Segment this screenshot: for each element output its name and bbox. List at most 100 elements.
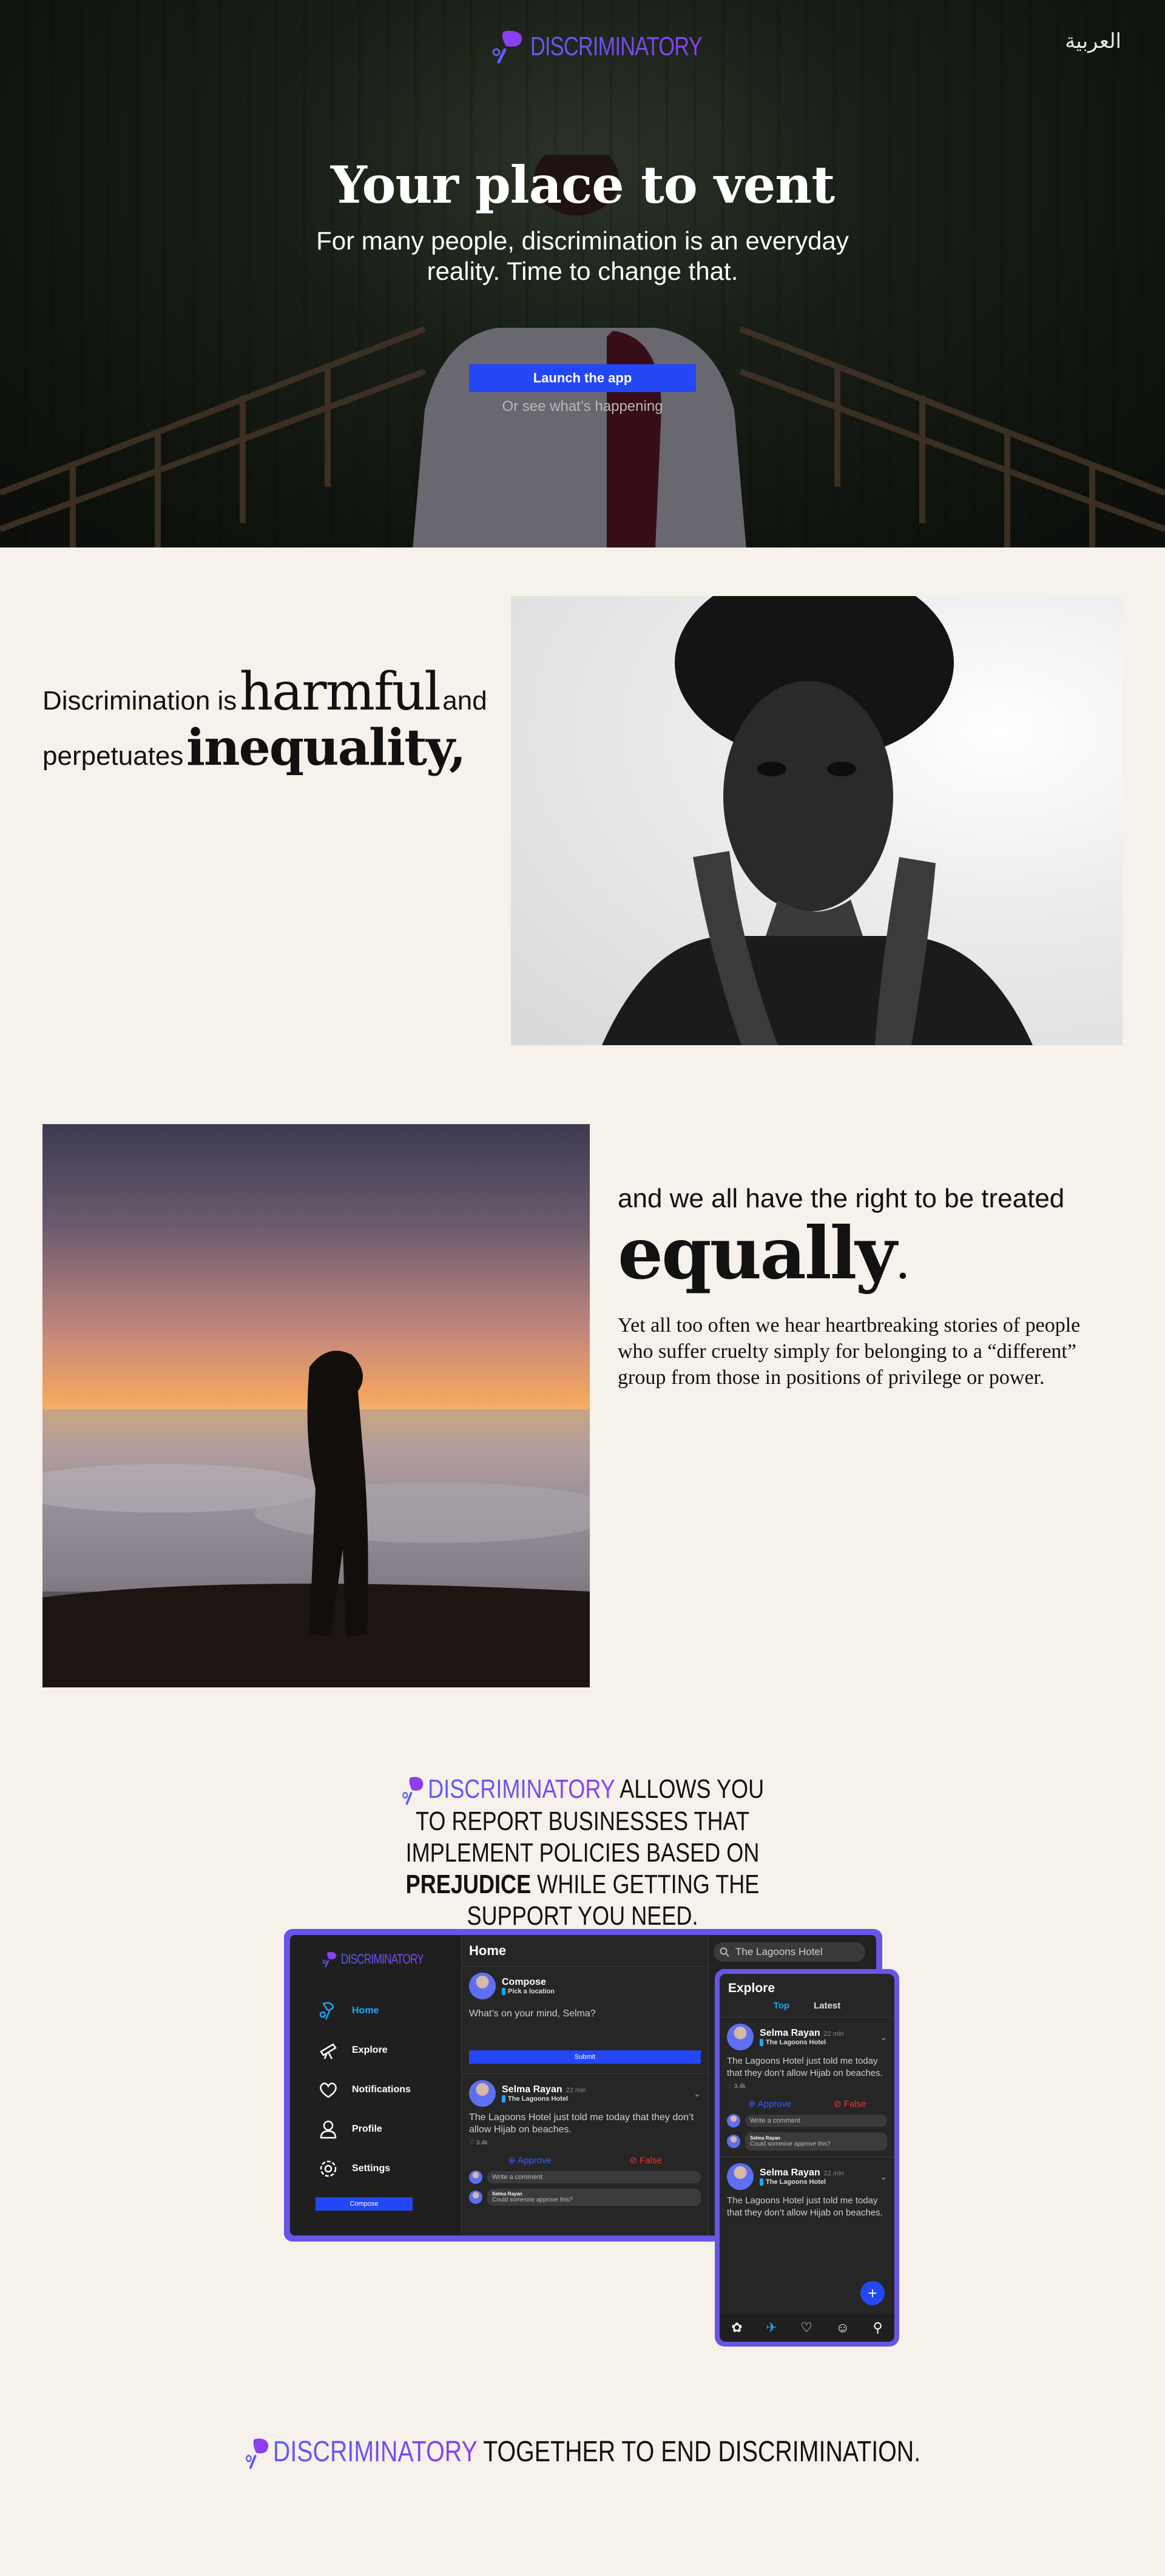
post-body: The Lagoons Hotel just told me today tha… <box>727 2056 883 2078</box>
explore-icon <box>317 2039 340 2062</box>
sidebar-brand[interactable]: DISCRIMINATORY <box>322 1951 447 1968</box>
avatar <box>727 2163 754 2190</box>
sidebar-item-home[interactable]: Home <box>317 1991 411 2030</box>
feed-title: Home <box>462 1935 708 1967</box>
tab-latest[interactable]: Latest <box>814 2001 840 2011</box>
reply-comment: Selma Rayan Could someone approve this? <box>745 2132 887 2151</box>
sidebar-item-notifications[interactable]: Notifications <box>317 2070 411 2109</box>
home-feed: Home Compose Pick a location What’s on y… <box>461 1935 709 2235</box>
harm-part1: Discrimination is <box>42 686 237 716</box>
harm-word-inequality: inequality, <box>186 719 467 777</box>
sidebar-brand-wordmark: DISCRIMINATORY <box>341 1951 424 1967</box>
sidebar-item-explore[interactable]: Explore <box>317 2030 411 2070</box>
sidebar-item-label: Notifications <box>352 2084 411 2095</box>
comment-input[interactable]: Write a comment <box>487 2171 701 2183</box>
post-time: 22 min <box>823 2170 844 2177</box>
pick-location-button[interactable]: Pick a location <box>502 1988 555 1995</box>
like-count: 3.4k <box>476 2140 488 2146</box>
mobile-title: Explore <box>728 1981 775 1995</box>
footer-tagline-text: TOGETHER TO END DISCRIMINATION. <box>483 2436 921 2468</box>
avatar <box>727 2135 740 2148</box>
search-input[interactable]: The Lagoons Hotel <box>714 1942 865 1962</box>
tab-top[interactable]: Top <box>774 2001 789 2011</box>
silhouette-sunset-image <box>42 1124 590 1687</box>
launch-app-button[interactable]: Launch the app <box>469 364 696 392</box>
feed-post: Selma Rayan 22 min The Lagoons Hotel ⌄ Th… <box>720 2157 894 2225</box>
post-author[interactable]: Selma Rayan <box>502 2084 562 2095</box>
compose-button[interactable]: Compose <box>316 2197 413 2211</box>
search-icon[interactable]: ⚲ <box>873 2320 883 2336</box>
submit-button[interactable]: Submit <box>469 2050 701 2064</box>
sidebar-item-profile[interactable]: Profile <box>317 2109 411 2149</box>
footer-brand: DISCRIMINATORY <box>273 2436 478 2468</box>
approve-button[interactable]: ⊕ Approve <box>508 2155 552 2166</box>
hero-section: DISCRIMINATORY العربية Your place to ven… <box>0 0 1165 547</box>
sidebar-item-settings[interactable]: Settings <box>317 2149 411 2188</box>
heart-icon[interactable]: ♡ <box>469 2140 474 2146</box>
avatar <box>469 1973 496 1999</box>
post-location[interactable]: The Lagoons Hotel <box>760 2178 874 2186</box>
heart-icon <box>317 2078 340 2101</box>
profile-icon[interactable]: ☺ <box>836 2320 849 2336</box>
post-location[interactable]: The Lagoons Hotel <box>760 2039 874 2046</box>
post-author[interactable]: Selma Rayan <box>760 2168 820 2178</box>
harm-part3: perpetuates <box>42 741 184 771</box>
harm-part2: and <box>442 686 487 716</box>
explore-icon[interactable]: ✈ <box>766 2320 777 2336</box>
compose-input[interactable]: What’s on your mind, Selma? <box>469 2008 701 2050</box>
false-button[interactable]: ⊘ False <box>629 2155 661 2166</box>
chevron-down-icon[interactable]: ⌄ <box>880 2032 887 2042</box>
location-pin-icon <box>760 2039 763 2046</box>
equality-word: equally <box>618 1211 897 1295</box>
woman-portrait-image <box>511 596 1123 1045</box>
brand-wordmark: DISCRIMINATORY <box>530 32 703 61</box>
profile-icon <box>317 2118 340 2141</box>
heart-icon[interactable]: ♡ <box>800 2320 812 2336</box>
equality-lead: and we all have the right to be treated <box>618 1184 1065 1213</box>
false-button[interactable]: ⊘ False <box>834 2098 866 2109</box>
leaf-logo-icon <box>402 1777 424 1805</box>
language-switch-link[interactable]: العربية <box>1065 29 1121 53</box>
mobile-tab-bar: ✿ ✈ ♡ ☺ ⚲ <box>720 2314 894 2342</box>
compose-fab-button[interactable]: + <box>860 2281 885 2305</box>
feed-post: Selma Rayan 22 min The Lagoons Hotel ⌄ Th… <box>462 2074 708 2212</box>
post-author[interactable]: Selma Rayan <box>760 2028 820 2038</box>
equality-statement: and we all have the right to be treated … <box>618 1184 1115 1391</box>
leaf-logo-icon <box>492 30 522 64</box>
equality-body: Yet all too often we hear heartbreaking … <box>618 1314 1081 1389</box>
post-time: 22 min <box>566 2087 586 2094</box>
leaf-logo-icon <box>322 1951 337 1967</box>
chevron-down-icon[interactable]: ⌄ <box>694 2089 701 2099</box>
comment-input[interactable]: Write a comment <box>745 2115 887 2127</box>
approve-button[interactable]: ⊕ Approve <box>748 2098 792 2109</box>
equality-dot: . <box>895 1233 911 1290</box>
avatar <box>727 2024 754 2050</box>
like-count: 3.4k <box>734 2083 746 2090</box>
harm-word-harmful: harmful <box>239 662 441 722</box>
gear-icon <box>317 2157 340 2180</box>
hero-title: Your place to vent <box>330 155 835 215</box>
leaf-logo-icon <box>246 2438 269 2469</box>
mobile-app-mockup: Explore Top Latest Selma Rayan 22 min The… <box>715 1969 899 2347</box>
hero-brand-logo[interactable]: DISCRIMINATORY <box>490 29 751 64</box>
avatar <box>727 2114 740 2127</box>
see-whats-happening-link[interactable]: Or see what’s happening <box>0 398 1165 415</box>
heart-icon[interactable]: ♡ <box>727 2083 732 2090</box>
sidebar-item-label: Profile <box>352 2123 382 2134</box>
location-pin-icon <box>760 2178 763 2186</box>
avatar <box>469 2171 482 2184</box>
footer-tagline: DISCRIMINATORY TOGETHER TO END DISCRIMIN… <box>0 2435 1165 2470</box>
post-location[interactable]: The Lagoons Hotel <box>502 2095 687 2103</box>
home-icon <box>317 1999 340 2022</box>
app-sidebar: DISCRIMINATORY Home Explore Notification… <box>290 1935 461 2235</box>
sidebar-item-label: Home <box>352 2005 379 2016</box>
location-pin-icon <box>502 2095 505 2103</box>
compose-card: Compose Pick a location What’s on your m… <box>462 1967 708 2074</box>
post-body: The Lagoons Hotel just told me today tha… <box>469 2112 694 2135</box>
home-icon[interactable]: ✿ <box>731 2320 742 2336</box>
post-time: 22 min <box>823 2030 844 2038</box>
chevron-down-icon[interactable]: ⌄ <box>880 2172 887 2182</box>
compose-heading: Compose <box>502 1977 546 1987</box>
report-bold-word: PREJUDICE <box>405 1869 532 1900</box>
location-pin-icon <box>502 1988 505 1995</box>
